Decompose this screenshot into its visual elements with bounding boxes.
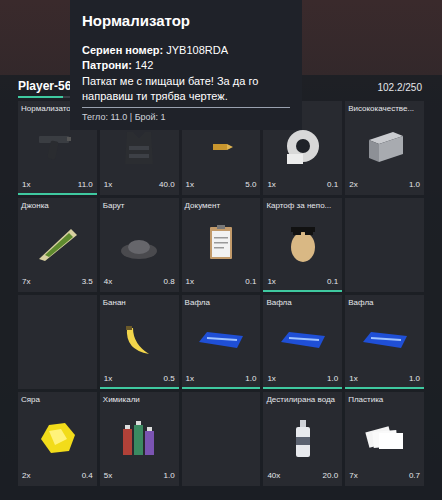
plastic-cards-icon <box>359 417 411 459</box>
document-icon <box>195 223 247 265</box>
slot-count: 1x <box>186 179 194 191</box>
item-tooltip: Нормализатор Сериен номер: JYB108RDAПатро… <box>70 0 302 130</box>
vest-icon <box>113 126 165 168</box>
slot-count: 2x <box>349 179 357 191</box>
slot-count: 1x <box>104 179 112 191</box>
tooltip-footer: Тегло: 11.0 | Брой: 1 <box>82 111 290 125</box>
slot-count: 1x <box>186 373 194 385</box>
slot-weight: 1.0 <box>163 470 174 482</box>
slot-count: 1x <box>267 276 275 288</box>
slot-weight: 1.0 <box>245 373 256 385</box>
slot-weight: 0.4 <box>82 470 93 482</box>
slot-weight: 5.0 <box>245 179 256 191</box>
pistol-icon <box>31 126 83 168</box>
inventory-slot[interactable]: Барут 4x 0.8 <box>100 198 179 292</box>
tooltip-line: Сериен номер: JYB108RDA <box>82 43 290 58</box>
slot-weight: 0.1 <box>245 276 256 288</box>
water-bottle-icon <box>277 417 329 459</box>
game-screen: Player-56102.2/250Нормализато1x11.01x40.… <box>0 0 442 500</box>
durability-bar <box>100 387 179 389</box>
inventory-slot[interactable]: Висококачестве... 2x 1.0 <box>345 101 424 195</box>
tooltip-divider <box>82 107 290 108</box>
empty-slot[interactable] <box>18 295 97 389</box>
waffle-icon <box>359 320 411 362</box>
slot-weight: 11.0 <box>78 179 93 191</box>
tooltip-description: Паткат ме с пищаци бате! За да го направ… <box>82 74 290 104</box>
durability-bar <box>263 387 342 389</box>
sulfur-icon <box>31 417 83 459</box>
tooltip-line: Патрони: 142 <box>82 58 290 73</box>
inventory-slot[interactable]: Документ 1x 0.1 <box>182 198 261 292</box>
joint-icon <box>31 223 83 265</box>
waffle-icon <box>195 320 247 362</box>
inventory-slot[interactable]: Химикали 5x 1.0 <box>100 392 179 486</box>
chemicals-icon <box>113 417 165 459</box>
slot-count: 1x <box>349 373 357 385</box>
slot-count: 1x <box>186 276 194 288</box>
inventory-panel: Player-56102.2/250Нормализато1x11.01x40.… <box>0 75 442 500</box>
inventory-slot[interactable]: Дестилирана вода 40x 20.0 <box>263 392 342 486</box>
slot-label: Вафла <box>182 295 261 309</box>
slot-label: Вафла <box>345 295 424 309</box>
slot-count: 4x <box>104 276 112 288</box>
slot-weight: 1.0 <box>409 373 420 385</box>
banana-icon <box>113 320 165 362</box>
slot-weight: 40.0 <box>159 179 175 191</box>
potato-icon <box>277 223 329 265</box>
slot-label: Дестилирана вода <box>263 392 342 406</box>
slot-count: 7x <box>22 276 30 288</box>
metal-icon <box>359 126 411 168</box>
slot-label: Висококачестве... <box>345 101 424 115</box>
slot-weight: 1.0 <box>327 373 338 385</box>
inventory-slot[interactable]: Сяра 2x 0.4 <box>18 392 97 486</box>
durability-bar <box>345 387 424 389</box>
slot-count: 1x <box>22 179 30 191</box>
slot-count: 5x <box>104 470 112 482</box>
empty-slot[interactable] <box>345 198 424 292</box>
powder-icon <box>113 223 165 265</box>
slot-count: 1x <box>267 373 275 385</box>
slot-label: Документ <box>182 198 261 212</box>
weight-reading: 102.2/250 <box>378 80 425 95</box>
inventory-slot[interactable]: Вафла 1x 1.0 <box>345 295 424 389</box>
inventory-slot[interactable]: Джонка 7x 3.5 <box>18 198 97 292</box>
slot-label: Химикали <box>100 392 179 406</box>
slot-weight: 20.0 <box>323 470 339 482</box>
durability-bar <box>18 193 97 195</box>
slot-weight: 1.0 <box>409 179 420 191</box>
slot-weight: 0.8 <box>163 276 174 288</box>
inventory-slot[interactable]: Картоф за непо... 1x 0.1 <box>263 198 342 292</box>
inventory-slot[interactable]: Вафла 1x 1.0 <box>263 295 342 389</box>
durability-bar <box>263 290 342 292</box>
slot-count: 40x <box>267 470 280 482</box>
tooltip-title: Нормализатор <box>82 10 290 33</box>
slot-weight: 0.7 <box>409 470 420 482</box>
player-name: Player-56 <box>18 77 71 95</box>
slot-count: 1x <box>267 179 275 191</box>
slot-label: Барут <box>100 198 179 212</box>
slot-label: Сяра <box>18 392 97 406</box>
waffle-icon <box>277 320 329 362</box>
slot-count: 1x <box>104 373 112 385</box>
slot-weight: 3.5 <box>82 276 93 288</box>
slot-label: Джонка <box>18 198 97 212</box>
inventory-slot[interactable]: Банан 1x 0.5 <box>100 295 179 389</box>
empty-slot[interactable] <box>182 392 261 486</box>
slot-weight: 0.5 <box>163 373 174 385</box>
tape-icon <box>277 126 329 168</box>
slot-weight: 0.1 <box>327 179 338 191</box>
inventory-slot[interactable]: Пластика 7x 0.7 <box>345 392 424 486</box>
inventory-grid: Нормализато1x11.01x40.01x5.0Тиксо1x0.1Ви… <box>18 101 424 486</box>
ammo-icon <box>195 126 247 168</box>
slot-count: 7x <box>349 470 357 482</box>
slot-label: Пластика <box>345 392 424 406</box>
slot-label: Банан <box>100 295 179 309</box>
slot-label: Вафла <box>263 295 342 309</box>
durability-bar <box>182 387 261 389</box>
slot-weight: 0.1 <box>327 276 338 288</box>
slot-count: 2x <box>22 470 30 482</box>
inventory-slot[interactable]: Вафла 1x 1.0 <box>182 295 261 389</box>
slot-label: Картоф за непо... <box>263 198 342 212</box>
